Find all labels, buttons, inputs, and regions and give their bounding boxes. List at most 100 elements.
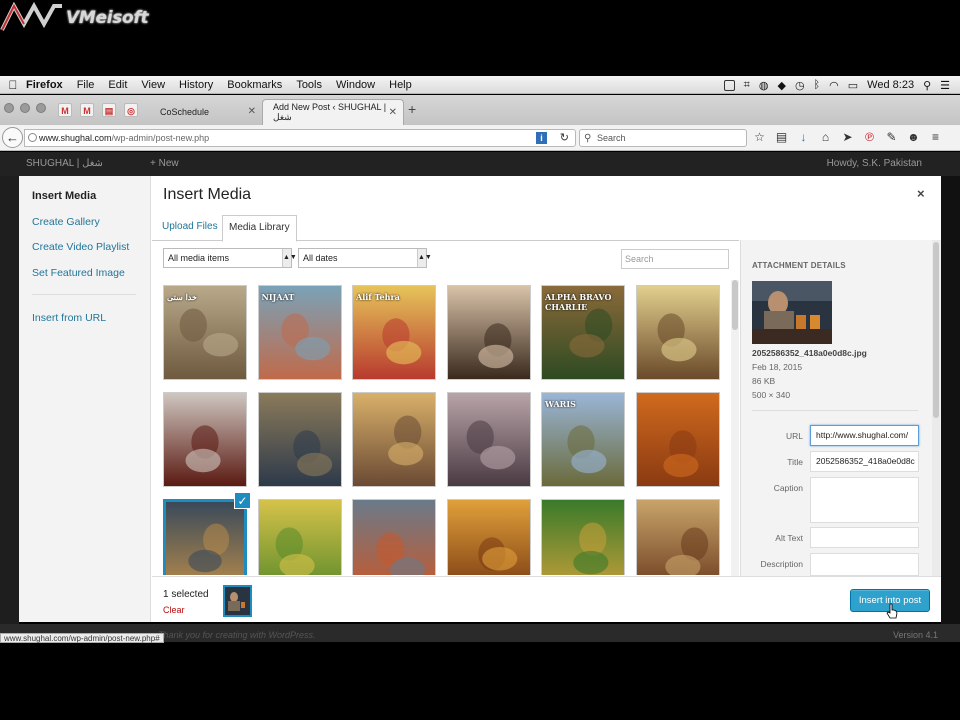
menu-view[interactable]: View [141, 79, 165, 91]
minimize-window-button[interactable] [20, 103, 30, 113]
attachment-thumbnail[interactable] [257, 392, 342, 487]
attachment-thumbnail[interactable] [163, 499, 247, 575]
wp-howdy[interactable]: Howdy, S.K. Pakistan [827, 158, 922, 169]
close-icon[interactable]: ✕ [389, 107, 397, 118]
tab-media-library[interactable]: Media Library [222, 215, 297, 242]
search-input[interactable]: ⚲ Search [579, 129, 747, 147]
close-icon[interactable]: × [917, 186, 925, 201]
attachment-thumbnail[interactable]: WARIS [541, 392, 625, 487]
pinned-tabs: M M ▤ ◎ [58, 103, 138, 117]
close-window-button[interactable] [4, 103, 14, 113]
tab-add-new-post[interactable]: Add New Post ‹ SHUGHAL | شغل ✕ [262, 99, 404, 125]
clear-selection-link[interactable]: Clear [163, 605, 185, 615]
send-icon[interactable]: ➤ [841, 130, 854, 145]
eyedropper-icon[interactable]: ✎ [885, 130, 898, 145]
grid-icon[interactable]: ⌗ [744, 79, 750, 92]
menu-tools[interactable]: Tools [296, 79, 322, 91]
media-search-input[interactable]: Search [621, 249, 729, 269]
status-icon[interactable] [723, 79, 735, 91]
menu-create-gallery[interactable]: Create Gallery [32, 216, 100, 228]
attachment-thumbnail[interactable] [446, 285, 531, 380]
close-icon[interactable]: ✕ [248, 106, 256, 117]
attachment-image [447, 500, 530, 575]
doc-icon[interactable]: ▤ [102, 103, 116, 117]
media-type-select[interactable]: All media items ▲▼ [163, 248, 297, 268]
menu-set-featured-image[interactable]: Set Featured Image [32, 267, 125, 279]
attachment-thumbnail[interactable] [635, 392, 720, 487]
menu-history[interactable]: History [179, 79, 213, 91]
menu-icon[interactable]: ≡ [929, 130, 942, 145]
selected-check-icon[interactable]: ✓ [234, 492, 251, 509]
notification-icon[interactable]: ☰ [940, 79, 950, 92]
watermark: VMeisoft [0, 0, 149, 36]
attachment-thumbnail[interactable] [352, 392, 436, 487]
menu-window[interactable]: Window [336, 79, 375, 91]
attachment-thumbnail[interactable] [352, 499, 436, 575]
scrollbar-thumb[interactable] [933, 242, 939, 418]
grid-scrollbar[interactable] [731, 280, 739, 576]
attachment-thumbnail[interactable]: ALPHA BRAVO CHARLIE [541, 285, 625, 380]
scrollbar-thumb[interactable] [732, 280, 738, 330]
attachment-thumbnail[interactable]: Alif Tehra [352, 285, 436, 380]
pinterest-icon[interactable]: ℗ [863, 130, 876, 145]
clipboard-icon[interactable]: ▤ [775, 130, 788, 145]
description-field[interactable] [810, 553, 919, 576]
attachment-thumbnail[interactable] [446, 499, 531, 575]
bookmark-star-icon[interactable]: ☆ [753, 130, 766, 145]
bluetooth-icon[interactable]: ᛒ [814, 79, 821, 91]
menu-insert-media[interactable]: Insert Media [32, 190, 96, 202]
menu-firefox[interactable]: Firefox [26, 79, 63, 91]
zoom-window-button[interactable] [36, 103, 46, 113]
screen: VMeisoft  Firefox File Edit View Histor… [0, 0, 960, 720]
attachment-thumbnail[interactable] [635, 499, 720, 575]
clock[interactable]: Wed 8:23 [867, 79, 914, 91]
new-tab-button[interactable]: + [408, 101, 416, 117]
alt-text-field[interactable] [810, 527, 919, 548]
evernote-icon[interactable]: ◍ [759, 79, 769, 92]
attachment-thumbnail[interactable] [446, 392, 531, 487]
battery-icon[interactable]: ▭ [848, 79, 858, 92]
dropbox-icon[interactable]: ◆ [777, 79, 785, 92]
attachment-title-text: Alif Tehra [356, 292, 400, 302]
gmail-icon[interactable]: M [58, 103, 72, 117]
apple-icon[interactable]:  [0, 78, 26, 92]
selection-thumbnail[interactable] [223, 585, 252, 617]
url-bar[interactable]: www.shughal.com/wp-admin/post-new.php i … [24, 129, 576, 147]
details-thumbnail-image [752, 281, 832, 344]
details-filesize: 86 KB [752, 376, 776, 386]
menu-file[interactable]: File [77, 79, 95, 91]
date-select[interactable]: All dates ▲▼ [298, 248, 432, 268]
menu-bookmarks[interactable]: Bookmarks [227, 79, 282, 91]
media-router: Upload Files Media Library [152, 215, 739, 242]
details-scrollbar[interactable] [932, 240, 940, 576]
timemachine-icon[interactable]: ◷ [795, 79, 805, 92]
gmail-icon[interactable]: M [80, 103, 94, 117]
menu-edit[interactable]: Edit [108, 79, 127, 91]
info-icon[interactable]: i [536, 132, 547, 144]
title-field[interactable]: 2052586352_418a0e0d8c [810, 451, 919, 472]
download-icon[interactable]: ↓ [797, 130, 810, 145]
spotlight-icon[interactable]: ⚲ [923, 79, 931, 92]
home-icon[interactable]: ⌂ [819, 130, 832, 145]
menu-insert-from-url[interactable]: Insert from URL [32, 312, 106, 324]
menu-help[interactable]: Help [389, 79, 412, 91]
tab-upload-files[interactable]: Upload Files [156, 215, 224, 241]
tab-coschedule[interactable]: CoSchedule ✕ [150, 99, 262, 125]
reload-icon[interactable]: ↻ [560, 130, 569, 146]
attachment-thumbnail[interactable]: خدا ستی [163, 285, 247, 380]
attachments-grid: خدا ستی NIJAAT Alif Tehra ALPHA BRAVO CHARL… [163, 285, 733, 575]
attachment-thumbnail[interactable] [257, 499, 342, 575]
wifi-icon[interactable]: ◠ [829, 79, 839, 92]
caption-field[interactable] [810, 477, 919, 523]
wp-site-name[interactable]: SHUGHAL | شغل [26, 158, 103, 169]
attachment-thumbnail[interactable] [163, 392, 247, 487]
attachment-thumbnail[interactable]: NIJAAT [257, 285, 342, 380]
back-button[interactable]: ← [2, 127, 23, 148]
menu-create-video-playlist[interactable]: Create Video Playlist [32, 241, 129, 253]
attachment-thumbnail[interactable] [635, 285, 720, 380]
smiley-icon[interactable]: ☻ [907, 130, 920, 145]
attachment-thumbnail[interactable] [541, 499, 625, 575]
url-field[interactable]: http://www.shughal.com/​ [810, 425, 919, 446]
coschedule-icon[interactable]: ◎ [124, 103, 138, 117]
wp-new[interactable]: + New [150, 158, 179, 169]
